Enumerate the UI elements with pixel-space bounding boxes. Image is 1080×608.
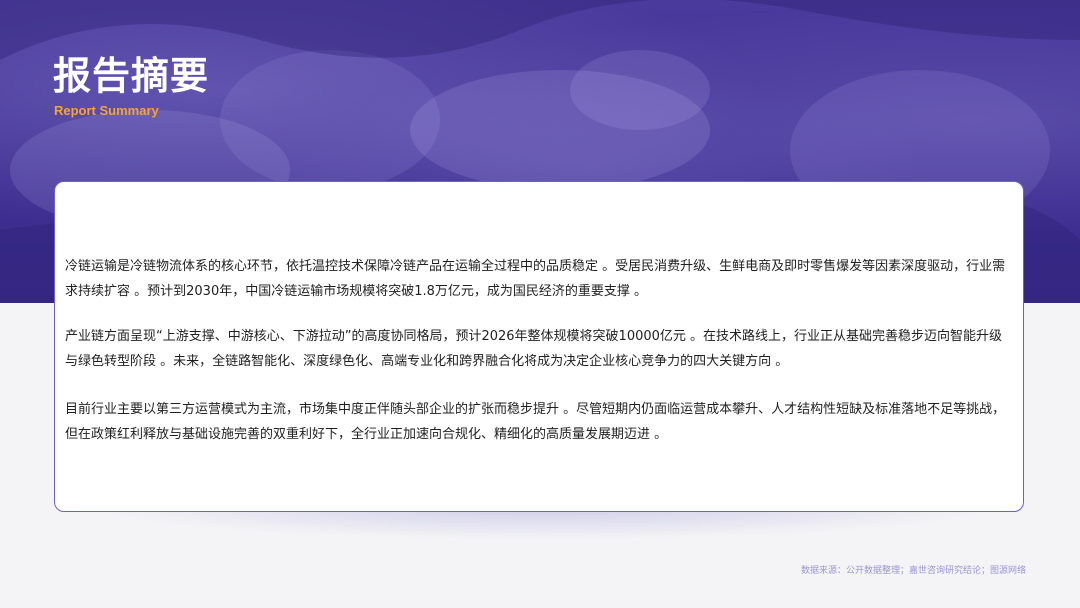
summary-paragraph: 产业链方面呈现“上游支撑、中游核心、下游拉动”的高度协同格局，预计2026年整体… <box>65 329 1003 369</box>
summary-paragraph: 冷链运输是冷链物流体系的核心环节，依托温控技术保障冷链产品在运输全过程中的品质稳… <box>65 259 1006 299</box>
page-title: 报告摘要 <box>53 54 210 98</box>
summary-card: 冷链运输是冷链物流体系的核心环节，依托温控技术保障冷链产品在运输全过程中的品质稳… <box>54 181 1024 512</box>
summary-paragraph: 目前行业主要以第三方运营模式为主流，市场集中度正伴随头部企业的扩张而稳步提升 。… <box>65 402 1006 442</box>
data-source-note: 数据来源：公开数据整理；嘉世咨询研究结论；图源网络 <box>800 566 1026 576</box>
page-subtitle: Report Summary <box>54 103 159 118</box>
